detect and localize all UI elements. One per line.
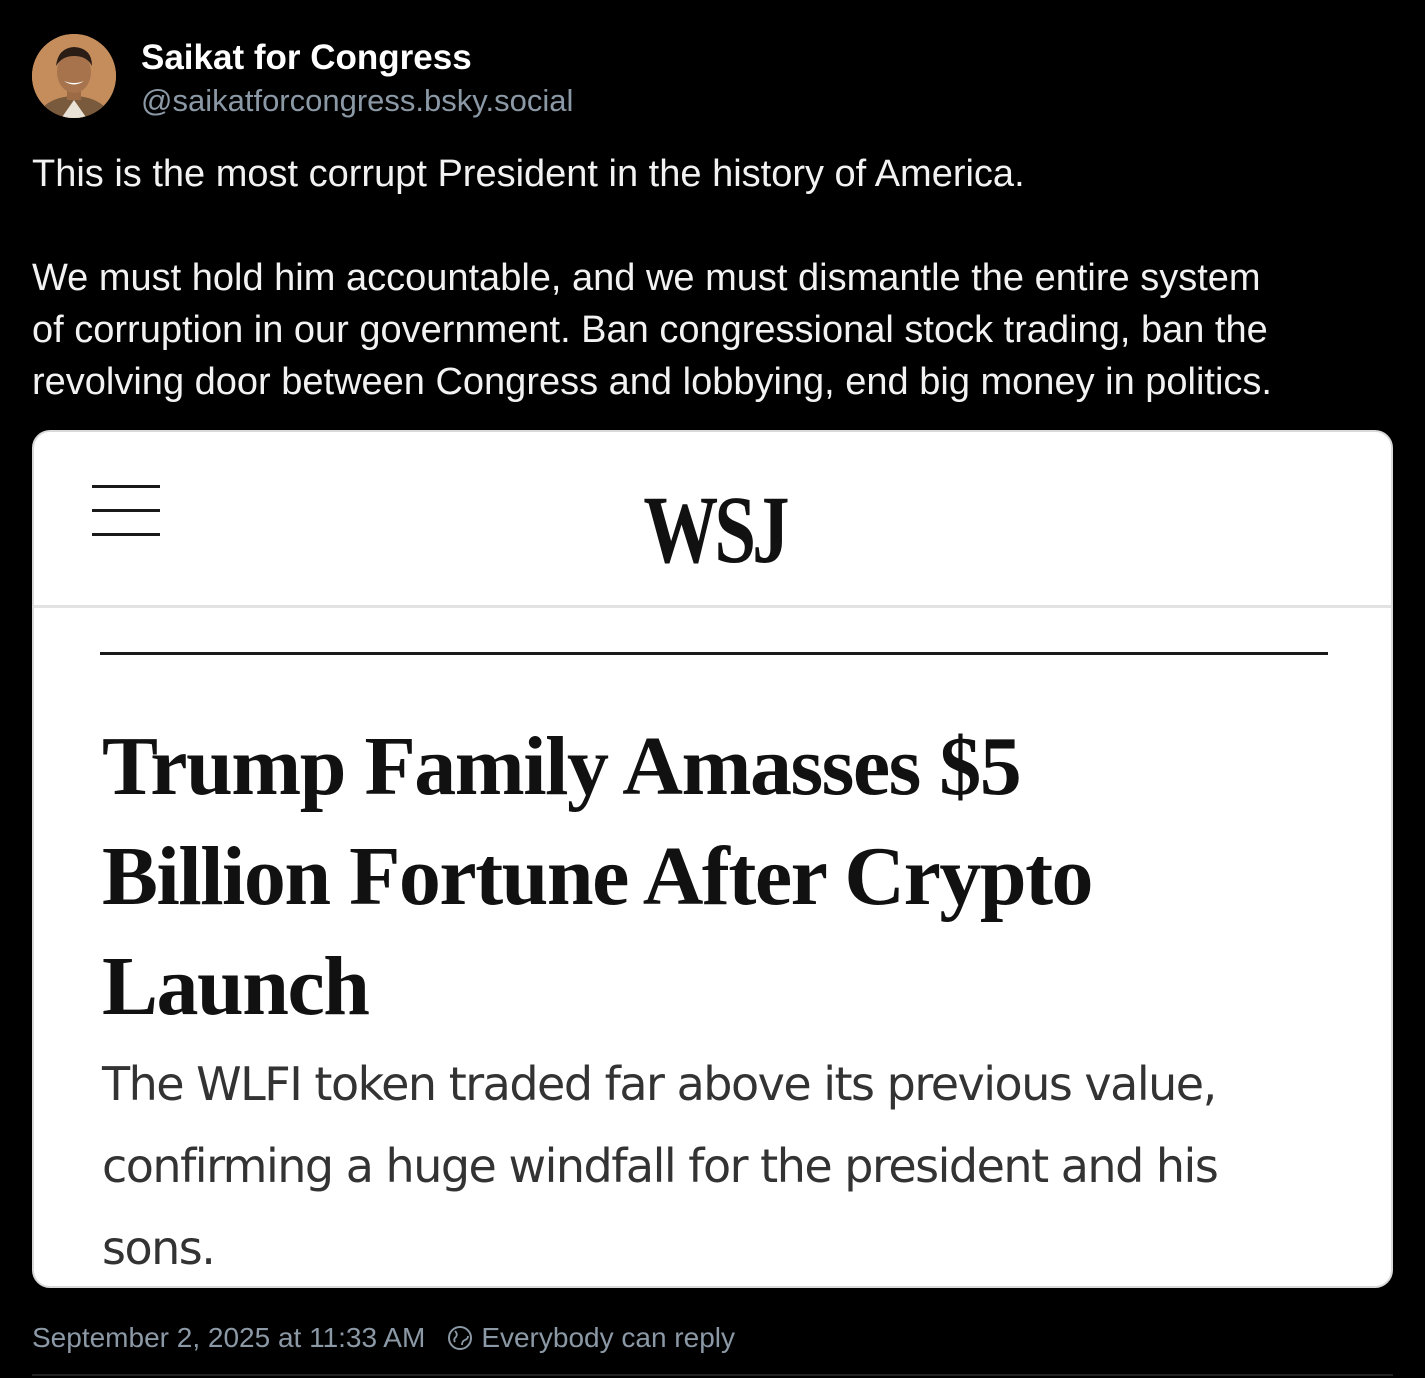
article-rule (100, 652, 1328, 655)
headline-line: Trump Family Amasses $5 (102, 720, 1022, 813)
post-paragraph: We must hold him accountable, and we mus… (32, 257, 1261, 299)
post-paragraph: of corruption in our government. Ban con… (32, 309, 1268, 351)
post-timestamp[interactable]: September 2, 2025 at 11:33 AM (32, 1322, 425, 1354)
post-text: This is the most corrupt President in th… (32, 148, 1402, 408)
article-headline: Trump Family Amasses $5 Billion Fortune … (102, 712, 1322, 1042)
subhead-line: confirming a huge windfall for the presi… (102, 1139, 1219, 1193)
headline-line: Launch (102, 940, 370, 1033)
author-handle[interactable]: @saikatforcongress.bsky.social (141, 83, 573, 119)
author-avatar[interactable] (32, 34, 116, 118)
reply-setting-label: Everybody can reply (481, 1322, 735, 1353)
embedded-article-image[interactable]: WSJ Trump Family Amasses $5 Billion Fort… (32, 430, 1393, 1288)
subhead-line: sons. (102, 1221, 216, 1275)
reply-setting[interactable]: Everybody can reply (447, 1322, 735, 1354)
divider (34, 605, 1391, 608)
post-view: Saikat for Congress @saikatforcongress.b… (0, 0, 1425, 1378)
divider (32, 1374, 1393, 1376)
post-paragraph: revolving door between Congress and lobb… (32, 361, 1272, 403)
avatar-image (32, 34, 116, 118)
author-display-name[interactable]: Saikat for Congress (141, 38, 472, 78)
hamburger-menu-icon (92, 482, 160, 540)
wsj-logo: WSJ (643, 476, 789, 583)
post-paragraph: This is the most corrupt President in th… (32, 153, 1025, 195)
article-subhead: The WLFI token traded far above its prev… (102, 1043, 1342, 1286)
headline-line: Billion Fortune After Crypto (102, 830, 1094, 923)
globe-icon (447, 1325, 473, 1351)
post-meta: September 2, 2025 at 11:33 AM Everybody … (32, 1318, 735, 1358)
subhead-line: The WLFI token traded far above its prev… (102, 1057, 1217, 1111)
